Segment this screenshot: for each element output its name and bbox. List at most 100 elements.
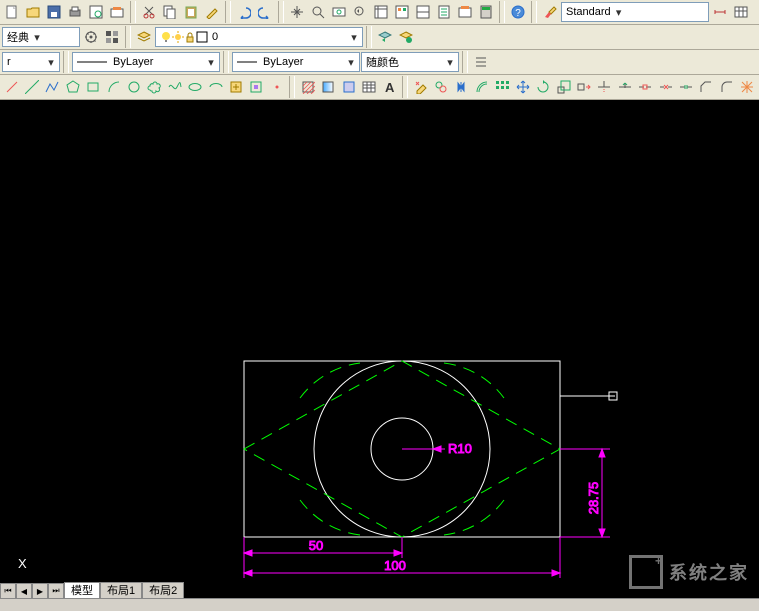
break-icon[interactable] [656, 77, 675, 97]
pline-icon[interactable] [43, 77, 62, 97]
print-icon[interactable] [65, 2, 85, 22]
svg-text:A: A [385, 80, 395, 94]
layer-manager-icon[interactable] [134, 27, 154, 47]
sheet-set-icon[interactable] [434, 2, 454, 22]
point-icon[interactable] [267, 77, 286, 97]
plotstyle-dropdown[interactable]: 随颜色 ▾ [361, 52, 459, 72]
lineweight-dropdown[interactable]: ByLayer ▾ [232, 52, 360, 72]
new-icon[interactable] [2, 2, 22, 22]
zoom-realtime-icon[interactable] [308, 2, 328, 22]
ellipse-arc-icon[interactable] [206, 77, 225, 97]
dim-50: 50 [309, 538, 323, 553]
print-preview-icon[interactable] [86, 2, 106, 22]
revcloud-icon[interactable] [145, 77, 164, 97]
table-icon[interactable] [360, 77, 379, 97]
workspace-dropdown[interactable]: 经典 ▾ [2, 27, 80, 47]
workspace-settings-icon[interactable] [81, 27, 101, 47]
circle-icon[interactable] [124, 77, 143, 97]
text-style-dropdown[interactable]: Standard ▾ [561, 2, 709, 22]
layer-name: 0 [212, 31, 218, 43]
copy-icon[interactable] [160, 2, 180, 22]
markup-icon[interactable] [455, 2, 475, 22]
color-dropdown[interactable]: r ▾ [2, 52, 60, 72]
polygon-icon[interactable] [63, 77, 82, 97]
linetype-dropdown[interactable]: ByLayer ▾ [72, 52, 220, 72]
make-block-icon[interactable] [247, 77, 266, 97]
help-icon[interactable]: ? [508, 2, 528, 22]
workspace-value: 经典 [7, 29, 29, 45]
watermark: 系统之家 [629, 555, 749, 589]
zoom-previous-icon[interactable] [350, 2, 370, 22]
list-icon[interactable] [471, 52, 491, 72]
break-point-icon[interactable] [635, 77, 654, 97]
open-icon[interactable] [23, 2, 43, 22]
color-value: r [7, 56, 11, 68]
stretch-icon[interactable] [574, 77, 593, 97]
toolbar-draw: A [0, 75, 759, 100]
horizontal-scrollbar[interactable] [0, 598, 759, 611]
rectangle-icon[interactable] [84, 77, 103, 97]
xline-icon[interactable] [22, 77, 41, 97]
calc-icon[interactable] [476, 2, 496, 22]
pan-icon[interactable] [287, 2, 307, 22]
save-icon[interactable] [44, 2, 64, 22]
paste-icon[interactable] [181, 2, 201, 22]
line-icon[interactable] [2, 77, 21, 97]
tab-last-icon[interactable]: ⏭ [48, 583, 64, 599]
copy-obj-icon[interactable] [432, 77, 451, 97]
layer-dropdown[interactable]: 0 ▾ [155, 27, 363, 47]
linetype-value: ByLayer [113, 56, 153, 68]
chamfer-icon[interactable] [697, 77, 716, 97]
spline-icon[interactable] [165, 77, 184, 97]
color-swatch-icon [196, 31, 208, 43]
erase-icon[interactable] [411, 77, 430, 97]
match-prop-icon[interactable] [202, 2, 222, 22]
extend-icon[interactable] [615, 77, 634, 97]
drawing-canvas[interactable]: R10 50 [0, 100, 759, 611]
table-style-icon[interactable] [731, 2, 751, 22]
workspace-dash-icon[interactable] [102, 27, 122, 47]
insert-block-icon[interactable] [226, 77, 245, 97]
svg-text:?: ? [515, 8, 521, 19]
zoom-window-icon[interactable] [329, 2, 349, 22]
arc-icon[interactable] [104, 77, 123, 97]
tab-layout1[interactable]: 布局1 [100, 582, 142, 599]
properties-icon[interactable] [371, 2, 391, 22]
ellipse-icon[interactable] [186, 77, 205, 97]
tool-palettes-icon[interactable] [413, 2, 433, 22]
plotstyle-value: 随颜色 [366, 54, 399, 70]
region-icon[interactable] [339, 77, 358, 97]
undo-icon[interactable] [234, 2, 254, 22]
layer-state-icon[interactable] [396, 27, 416, 47]
tab-layout2[interactable]: 布局2 [142, 582, 184, 599]
tab-first-icon[interactable]: ⏮ [0, 583, 16, 599]
dim-style-icon[interactable] [710, 2, 730, 22]
publish-icon[interactable] [107, 2, 127, 22]
cut-icon[interactable] [139, 2, 159, 22]
tab-prev-icon[interactable]: ◀ [16, 583, 32, 599]
tab-next-icon[interactable]: ▶ [32, 583, 48, 599]
dim-2875: 28.75 [586, 482, 601, 515]
tab-model[interactable]: 模型 [64, 582, 100, 599]
text-style-value: Standard [566, 6, 611, 18]
join-icon[interactable] [676, 77, 695, 97]
offset-icon[interactable] [472, 77, 491, 97]
mirror-icon[interactable] [452, 77, 471, 97]
explode-icon[interactable] [737, 77, 756, 97]
lock-icon [184, 31, 196, 43]
redo-icon[interactable] [255, 2, 275, 22]
trim-icon[interactable] [595, 77, 614, 97]
gradient-icon[interactable] [319, 77, 338, 97]
fillet-icon[interactable] [717, 77, 736, 97]
chevron-down-icon: ▾ [45, 54, 57, 70]
hatch-icon[interactable] [298, 77, 317, 97]
brush-icon[interactable] [540, 2, 560, 22]
move-icon[interactable] [513, 77, 532, 97]
mtext-icon[interactable]: A [380, 77, 399, 97]
rotate-icon[interactable] [533, 77, 552, 97]
array-icon[interactable] [493, 77, 512, 97]
scale-icon[interactable] [554, 77, 573, 97]
design-center-icon[interactable] [392, 2, 412, 22]
layer-previous-icon[interactable] [375, 27, 395, 47]
chevron-down-icon: ▾ [348, 29, 360, 45]
